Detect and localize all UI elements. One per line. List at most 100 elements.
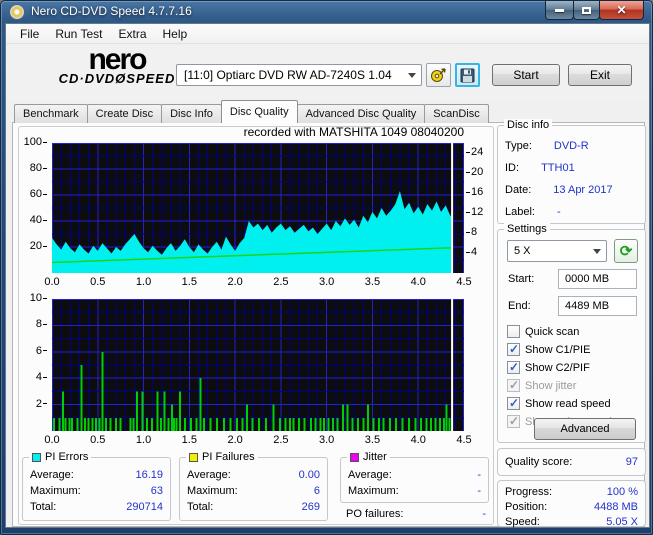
- tick-mark: [466, 212, 470, 213]
- right-axis-tick-12: 12: [465, 206, 483, 218]
- pi-failures-chart-plot: [52, 299, 464, 431]
- right-axis-tick-16: 16: [465, 186, 483, 198]
- drive-select-arrow[interactable]: [403, 66, 420, 84]
- x-axis-tick-3.5: 3.5: [357, 276, 387, 288]
- tab-advanced-disc-quality[interactable]: Advanced Disc Quality: [297, 104, 426, 123]
- pi-errors-label: Average:: [30, 469, 74, 481]
- maximize-button[interactable]: [573, 1, 600, 20]
- x2-axis-tick-0.0: 0.0: [37, 434, 67, 446]
- app-icon: [9, 4, 25, 20]
- checkbox-box-quick-scan[interactable]: [507, 325, 520, 338]
- disc-info-row: ID:TTH01: [505, 162, 638, 174]
- x2-axis-tick-3.5: 3.5: [357, 434, 387, 446]
- x-axis-tick-4.5: 4.5: [449, 276, 479, 288]
- pi-errors-value: 63: [151, 485, 163, 497]
- menu-item-extra[interactable]: Extra: [110, 25, 154, 43]
- x-axis-tick-2.0: 2.0: [220, 276, 250, 288]
- tab-benchmark[interactable]: Benchmark: [14, 104, 88, 123]
- pi-errors-row: Average: 16.19: [30, 469, 163, 481]
- checkbox-quick-scan[interactable]: Quick scan: [507, 325, 579, 338]
- disc-info-label: Date:: [505, 184, 531, 196]
- pi-failures-row: Maximum:6: [187, 485, 320, 497]
- right-axis-tick-24: 24: [465, 146, 483, 158]
- pi-failures-chart: [52, 299, 464, 431]
- tick-mark: [466, 232, 470, 233]
- scan-speed-value: 5 X: [514, 245, 531, 257]
- pi-failures-row: Average:0.00: [187, 469, 320, 481]
- x2-axis-tick-1.0: 1.0: [129, 434, 159, 446]
- disc-info-value: 13 Apr 2017: [553, 184, 612, 196]
- pi-failures-groupbox: PI Failures Average:0.00Maximum:6Total:2…: [179, 457, 328, 521]
- exit-button[interactable]: Exit: [568, 64, 632, 86]
- y2-axis-tick-10: 10: [18, 292, 48, 304]
- start-field[interactable]: 0000 MB: [558, 269, 637, 289]
- scan-speed-select[interactable]: 5 X: [507, 240, 607, 262]
- checkbox-show-c2-pif[interactable]: Show C2/PIF: [507, 361, 590, 374]
- menu-item-help[interactable]: Help: [155, 25, 196, 43]
- minimize-button[interactable]: [545, 1, 574, 20]
- tab-scandisc[interactable]: ScanDisc: [424, 104, 488, 123]
- pi-failures-label: Total:: [187, 501, 213, 513]
- cd-dvd-speed-logo-text: CD·DVDØSPEED: [42, 73, 192, 85]
- y-axis-tick-80: 80: [18, 162, 48, 174]
- disc-info-row: Type:DVD-R: [505, 140, 638, 152]
- x2-axis-tick-3.0: 3.0: [312, 434, 342, 446]
- close-button[interactable]: ✕: [599, 1, 644, 20]
- jitter-color-swatch: [350, 453, 359, 462]
- window-controls: ✕: [546, 1, 644, 20]
- eject-tray-button[interactable]: [426, 63, 451, 87]
- advanced-button[interactable]: Advanced: [534, 418, 636, 440]
- maximize-icon: [582, 7, 591, 14]
- chevron-down-icon: [593, 249, 601, 254]
- pi-errors-chart-plot: [52, 143, 464, 273]
- jitter-label: Maximum:: [348, 485, 399, 497]
- checkbox-show-c1-pie[interactable]: Show C1/PIE: [507, 343, 590, 356]
- pi-errors-color-swatch: [32, 453, 41, 462]
- menu-item-run-test[interactable]: Run Test: [47, 25, 110, 43]
- menu-item-file[interactable]: File: [12, 25, 47, 43]
- pi-errors-groupbox: PI Errors Average:16.19Maximum:63Total:2…: [22, 457, 171, 521]
- scan-speed-arrow[interactable]: [589, 242, 605, 260]
- checkbox-show-jitter[interactable]: Show jitter: [507, 379, 576, 392]
- app-window: Nero CD-DVD Speed 4.7.7.16 ✕ FileRun Tes…: [0, 0, 653, 535]
- x-axis-tick-0.5: 0.5: [83, 276, 113, 288]
- disc-info-value: DVD-R: [554, 140, 589, 152]
- x-axis-tick-1.0: 1.0: [129, 276, 159, 288]
- checkbox-box-show-read-speed[interactable]: [507, 397, 520, 410]
- tick-mark: [43, 350, 47, 351]
- drive-select[interactable]: [11:0] Optiarc DVD RW AD-7240S 1.04: [176, 64, 422, 86]
- progress-label: Speed:: [505, 516, 540, 528]
- checkbox-box-show-c2-pif[interactable]: [507, 361, 520, 374]
- tab-disc-quality[interactable]: Disc Quality: [221, 100, 298, 123]
- pi-failures-legend: PI Failures: [186, 451, 258, 463]
- pi-errors-row: Total:290714: [30, 501, 163, 513]
- jitter-value: -: [477, 485, 481, 497]
- y-axis-tick-60: 60: [18, 188, 48, 200]
- refresh-button[interactable]: ⟳: [614, 239, 638, 263]
- save-button[interactable]: [455, 63, 480, 87]
- chevron-down-icon: [408, 73, 416, 78]
- checkbox-box-show-c1-pie[interactable]: [507, 343, 520, 356]
- pi-errors-label: Maximum:: [30, 485, 81, 497]
- x-axis-tick-2.5: 2.5: [266, 276, 296, 288]
- tick-mark: [43, 377, 47, 378]
- right-axis-tick-4: 4: [465, 246, 477, 258]
- pi-errors-value: 16.19: [135, 469, 163, 481]
- save-icon: [460, 68, 475, 83]
- jitter-label: Average:: [348, 469, 392, 481]
- x-axis-tick-4.0: 4.0: [403, 276, 433, 288]
- tick-mark: [466, 152, 470, 153]
- tab-create-disc[interactable]: Create Disc: [87, 104, 162, 123]
- end-field[interactable]: 4489 MB: [558, 296, 637, 316]
- start-button[interactable]: Start: [492, 64, 560, 86]
- x2-axis-tick-4.0: 4.0: [403, 434, 433, 446]
- checkbox-show-read-speed[interactable]: Show read speed: [507, 397, 611, 410]
- tab-disc-info[interactable]: Disc Info: [161, 104, 222, 123]
- disc-info-label: ID:: [505, 162, 519, 174]
- disc-info-value: -: [557, 206, 561, 218]
- pi-failures-value: 0.00: [299, 469, 320, 481]
- title-bar[interactable]: Nero CD-DVD Speed 4.7.7.16 ✕: [1, 1, 652, 23]
- x2-axis-tick-4.5: 4.5: [449, 434, 479, 446]
- disc-info-title: Disc info: [504, 119, 552, 131]
- x2-axis-tick-1.5: 1.5: [174, 434, 204, 446]
